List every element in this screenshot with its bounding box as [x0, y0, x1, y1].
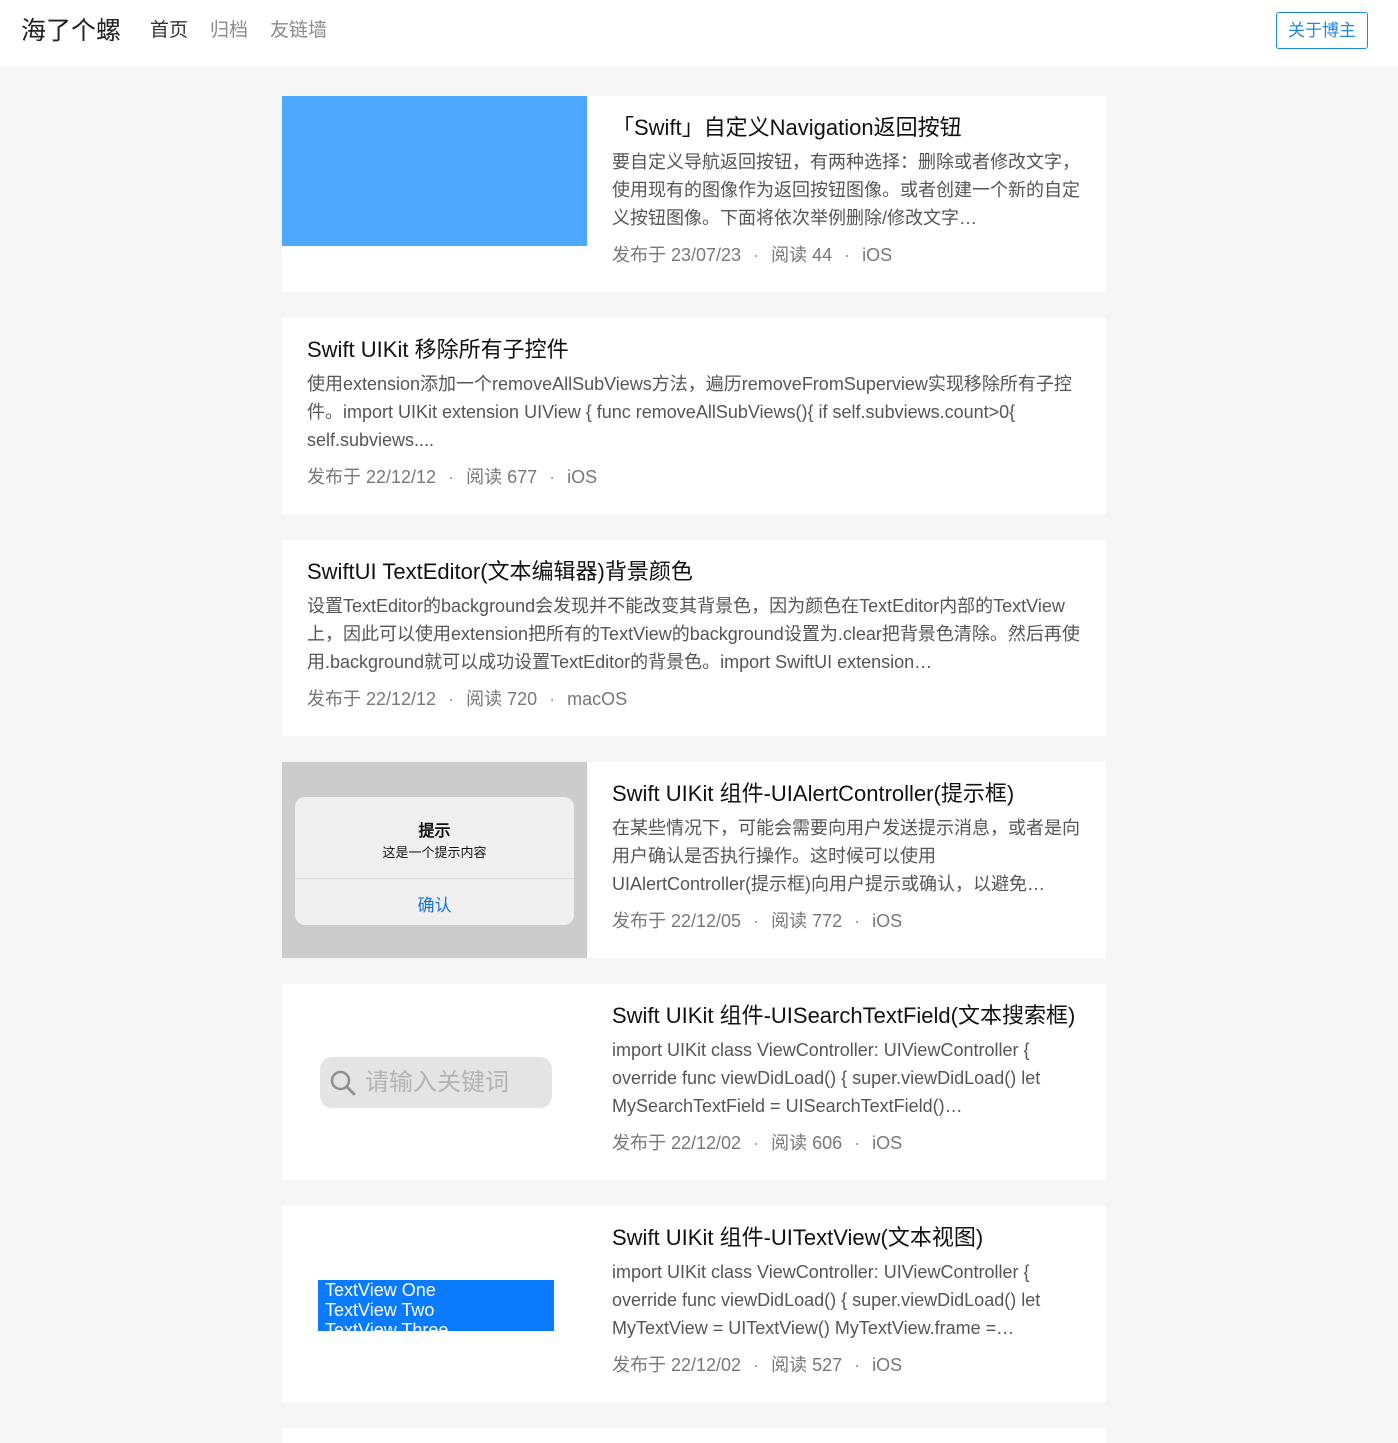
- post-thumbnail[interactable]: 请输入关键词: [282, 984, 587, 1180]
- post-card[interactable]: 请输入关键词 Swift UIKit 组件-UISearchTextField(…: [282, 984, 1106, 1180]
- post-title[interactable]: Swift UIKit 组件-UITextView(文本视图): [612, 1222, 1082, 1254]
- alert-preview: 提示 这是一个提示内容 确认: [295, 797, 574, 925]
- about-author-button[interactable]: 关于博主: [1276, 12, 1368, 49]
- meta-separator: ·: [854, 911, 861, 931]
- textview-preview: TextView One TextView Two TextView Three: [318, 1280, 554, 1331]
- post-category[interactable]: iOS: [862, 245, 892, 265]
- post-card[interactable]: [282, 1428, 1106, 1443]
- meta-separator: ·: [448, 467, 455, 487]
- post-meta: 发布于 22/12/02 · 阅读 606 · iOS: [612, 1130, 1082, 1156]
- post-title[interactable]: 「Swift」自定义Navigation返回按钮: [612, 112, 1082, 144]
- post-content: Swift UIKit 组件-UIAlertController(提示框) 在某…: [612, 778, 1082, 934]
- post-title[interactable]: Swift UIKit 移除所有子控件: [307, 334, 1082, 366]
- post-content: Swift UIKit 组件-UISearchTextField(文本搜索框) …: [612, 1000, 1082, 1156]
- textview-line: TextView One: [325, 1280, 436, 1300]
- post-date: 发布于 23/07/23: [612, 245, 742, 265]
- post-category[interactable]: iOS: [872, 1133, 902, 1153]
- post-content: SwiftUI TextEditor(文本编辑器)背景颜色 设置TextEdit…: [307, 556, 1082, 712]
- nav-item-home[interactable]: 首页: [150, 18, 188, 44]
- textview-line: TextView Two: [325, 1300, 435, 1320]
- main-nav: 首页 归档 友链墙: [150, 18, 349, 44]
- post-category[interactable]: macOS: [567, 689, 627, 709]
- post-card[interactable]: 提示 这是一个提示内容 确认 Swift UIKit 组件-UIAlertCon…: [282, 762, 1106, 958]
- post-excerpt: import UIKit class ViewController: UIVie…: [612, 1262, 1041, 1338]
- post-date: 发布于 22/12/02: [612, 1355, 742, 1375]
- post-content: Swift UIKit 组件-UITextView(文本视图) import U…: [612, 1222, 1082, 1378]
- post-date: 发布于 22/12/12: [307, 689, 437, 709]
- meta-separator: ·: [549, 467, 556, 487]
- post-excerpt: 设置TextEditor的background会发现并不能改变其背景色，因为颜色…: [307, 596, 1080, 672]
- post-reads: 阅读 44: [771, 245, 833, 265]
- post-date: 发布于 22/12/02: [612, 1133, 742, 1153]
- meta-separator: ·: [854, 1355, 861, 1375]
- post-reads: 阅读 772: [771, 911, 843, 931]
- post-card[interactable]: TextView One TextView Two TextView Three…: [282, 1206, 1106, 1402]
- post-reads: 阅读 527: [771, 1355, 843, 1375]
- post-title[interactable]: SwiftUI TextEditor(文本编辑器)背景颜色: [307, 556, 1082, 588]
- alert-confirm-label: 确认: [417, 896, 452, 915]
- textview-line: TextView Three: [325, 1320, 449, 1331]
- post-thumbnail[interactable]: [282, 96, 587, 292]
- post-category[interactable]: iOS: [872, 1355, 902, 1375]
- meta-separator: ·: [854, 1133, 861, 1153]
- post-category[interactable]: iOS: [567, 467, 597, 487]
- post-date: 发布于 22/12/05: [612, 911, 742, 931]
- meta-separator: ·: [844, 245, 851, 265]
- alert-divider: [295, 878, 574, 879]
- post-meta: 发布于 23/07/23 · 阅读 44 · iOS: [612, 242, 1082, 268]
- post-thumbnail[interactable]: TextView One TextView Two TextView Three: [282, 1206, 587, 1402]
- alert-title: 提示: [418, 823, 451, 840]
- post-content: 「Swift」自定义Navigation返回按钮 要自定义导航返回按钮，有两种选…: [612, 112, 1082, 268]
- post-excerpt: 在某些情况下，可能会需要向用户发送提示消息，或者是向用户确认是否执行操作。这时候…: [612, 818, 1080, 894]
- post-reads: 阅读 606: [771, 1133, 843, 1153]
- post-category[interactable]: iOS: [872, 911, 902, 931]
- post-date: 发布于 22/12/12: [307, 467, 437, 487]
- search-field-preview: 请输入关键词: [320, 1057, 552, 1108]
- post-excerpt: 要自定义导航返回按钮，有两种选择：删除或者修改文字，使用现有的图像作为返回按钮图…: [612, 152, 1080, 228]
- meta-separator: ·: [753, 1355, 760, 1375]
- post-meta: 发布于 22/12/05 · 阅读 772 · iOS: [612, 908, 1082, 934]
- search-placeholder: 请输入关键词: [365, 1069, 509, 1096]
- post-title[interactable]: Swift UIKit 组件-UISearchTextField(文本搜索框): [612, 1000, 1082, 1032]
- post-content: Swift UIKit 移除所有子控件 使用extension添加一个remov…: [307, 334, 1082, 490]
- top-navbar: 海了个螺 首页 归档 友链墙 关于博主: [0, 0, 1398, 66]
- post-excerpt: 使用extension添加一个removeAllSubViews方法，遍历rem…: [307, 374, 1072, 450]
- alert-message: 这是一个提示内容: [382, 845, 487, 860]
- blue-image: [282, 96, 587, 246]
- meta-separator: ·: [549, 689, 556, 709]
- nav-item-friend-links[interactable]: 友链墙: [270, 18, 327, 44]
- post-card[interactable]: Swift UIKit 移除所有子控件 使用extension添加一个remov…: [282, 318, 1106, 514]
- post-reads: 阅读 720: [466, 689, 538, 709]
- post-meta: 发布于 22/12/12 · 阅读 677 · iOS: [307, 464, 1082, 490]
- post-card[interactable]: SwiftUI TextEditor(文本编辑器)背景颜色 设置TextEdit…: [282, 540, 1106, 736]
- post-meta: 发布于 22/12/02 · 阅读 527 · iOS: [612, 1352, 1082, 1378]
- nav-item-archive[interactable]: 归档: [210, 18, 248, 44]
- meta-separator: ·: [753, 245, 760, 265]
- post-meta: 发布于 22/12/12 · 阅读 720 · macOS: [307, 686, 1082, 712]
- post-reads: 阅读 677: [466, 467, 538, 487]
- meta-separator: ·: [753, 1133, 760, 1153]
- site-brand[interactable]: 海了个螺: [21, 14, 121, 48]
- post-excerpt: import UIKit class ViewController: UIVie…: [612, 1040, 1041, 1116]
- meta-separator: ·: [448, 689, 455, 709]
- search-icon: [330, 1070, 356, 1096]
- meta-separator: ·: [753, 911, 760, 931]
- post-title[interactable]: Swift UIKit 组件-UIAlertController(提示框): [612, 778, 1082, 810]
- post-thumbnail[interactable]: 提示 这是一个提示内容 确认: [282, 762, 587, 958]
- post-card[interactable]: 「Swift」自定义Navigation返回按钮 要自定义导航返回按钮，有两种选…: [282, 96, 1106, 292]
